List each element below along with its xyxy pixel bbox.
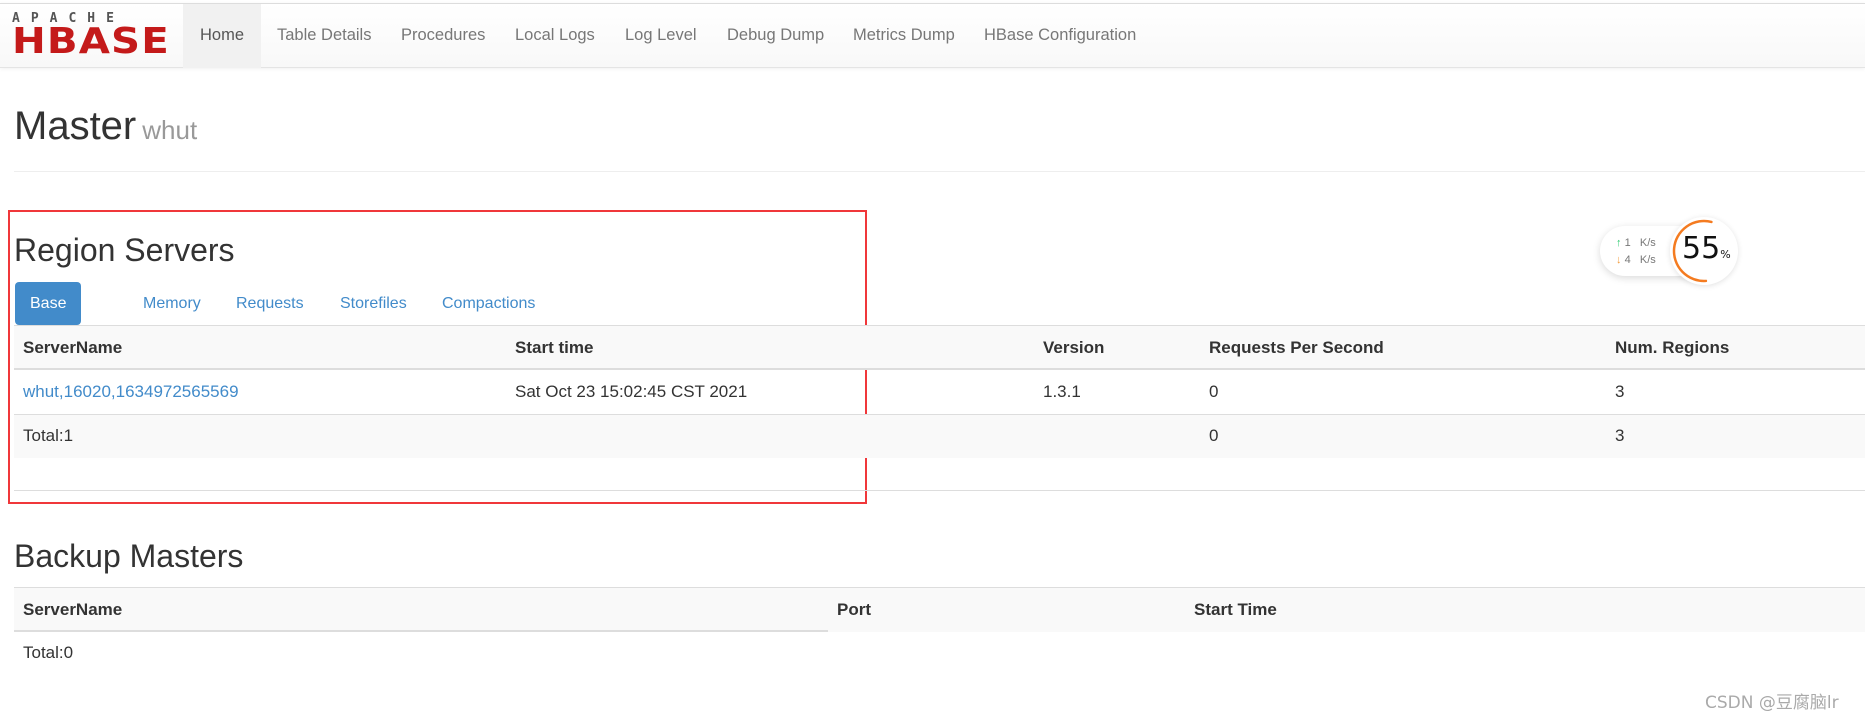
nav-metrics-dump[interactable]: Metrics Dump bbox=[836, 4, 972, 68]
backup-masters-title: Backup Masters bbox=[14, 538, 244, 574]
upload-unit: K/s bbox=[1639, 237, 1656, 249]
logo-hbase-text: HBASE bbox=[12, 21, 170, 62]
arrow-up-icon: ↑ bbox=[1616, 237, 1622, 249]
col-servername: ServerName bbox=[23, 600, 123, 619]
backup-total: Total:0 bbox=[23, 643, 74, 662]
divider bbox=[14, 490, 1865, 491]
tab-requests[interactable]: Requests bbox=[221, 282, 319, 325]
col-num-regions: Num. Regions bbox=[1615, 338, 1730, 357]
server-start-time: Sat Oct 23 15:02:45 CST 2021 bbox=[515, 382, 748, 401]
watermark: CSDN @豆腐脑lr bbox=[1705, 693, 1839, 713]
backup-masters-header-row bbox=[14, 587, 1865, 632]
total-label: Total:1 bbox=[23, 426, 74, 445]
percent-sign: % bbox=[1720, 248, 1731, 261]
col-start-time: Start time bbox=[515, 338, 594, 357]
nav-home[interactable]: Home bbox=[183, 4, 262, 68]
col-port: Port bbox=[837, 600, 871, 619]
col-start-time: Start Time bbox=[1194, 600, 1277, 619]
col-version: Version bbox=[1043, 338, 1105, 357]
total-regions: 3 bbox=[1615, 426, 1625, 445]
col-requests-per-second: Requests Per Second bbox=[1209, 338, 1384, 357]
usage-percent: 55 bbox=[1682, 231, 1721, 266]
arrow-down-icon: ↓ bbox=[1616, 254, 1622, 266]
tab-storefiles[interactable]: Storefiles bbox=[325, 282, 422, 325]
nav-log-level[interactable]: Log Level bbox=[608, 4, 714, 68]
download-speed: 4 bbox=[1624, 254, 1631, 266]
server-version: 1.3.1 bbox=[1043, 382, 1081, 401]
total-rps: 0 bbox=[1209, 426, 1219, 445]
tab-compactions[interactable]: Compactions bbox=[427, 282, 550, 325]
download-unit: K/s bbox=[1639, 254, 1656, 266]
upload-speed: 1 bbox=[1624, 237, 1631, 249]
nav-local-logs[interactable]: Local Logs bbox=[498, 4, 612, 68]
tab-memory[interactable]: Memory bbox=[128, 282, 216, 325]
server-regions: 3 bbox=[1615, 382, 1625, 401]
divider bbox=[14, 630, 828, 632]
page-title: Master whut bbox=[14, 104, 197, 149]
server-rps: 0 bbox=[1209, 382, 1219, 401]
col-servername: ServerName bbox=[23, 338, 123, 357]
hbase-logo[interactable]: APACHE HBASE bbox=[12, 12, 172, 60]
tab-base-stats[interactable]: Base Stats bbox=[15, 282, 82, 355]
navbar: APACHE HBASE Home Table Details Procedur… bbox=[0, 3, 1865, 68]
usage-gauge[interactable]: 55% bbox=[1670, 217, 1738, 285]
server-link[interactable]: whut,16020,1634972565569 bbox=[23, 382, 239, 402]
region-servers-header-row bbox=[14, 325, 1865, 370]
page-title-text: Master bbox=[14, 104, 137, 148]
region-servers-title: Region Servers bbox=[14, 232, 235, 268]
nav-table-details[interactable]: Table Details bbox=[260, 4, 388, 68]
nav-procedures[interactable]: Procedures bbox=[384, 4, 502, 68]
nav-hbase-configuration[interactable]: HBase Configuration bbox=[967, 4, 1153, 68]
master-host: whut bbox=[142, 115, 198, 145]
nav-debug-dump[interactable]: Debug Dump bbox=[710, 4, 841, 68]
divider bbox=[14, 171, 1865, 172]
table-row bbox=[14, 414, 1865, 458]
